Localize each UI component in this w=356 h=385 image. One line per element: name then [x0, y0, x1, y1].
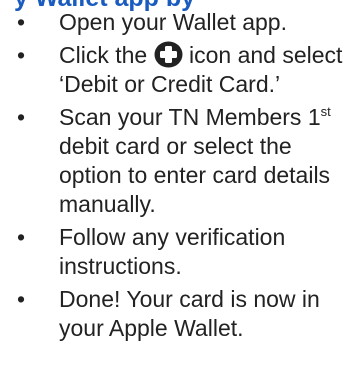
- bullet: •: [16, 42, 26, 68]
- step-text-after: debit card or select the option to enter…: [59, 133, 331, 217]
- step-text-before: Scan your TN Members 1: [59, 104, 321, 130]
- list-item: • Follow any verification instructions.: [0, 223, 356, 281]
- list-item: • Click the icon and select ‘Debit or Cr…: [0, 41, 356, 99]
- step-text: Done! Your card is now in your Apple Wal…: [59, 286, 320, 341]
- list-item: • Open your Wallet app.: [0, 8, 356, 37]
- step-text: Follow any verification instructions.: [59, 224, 286, 279]
- bullet: •: [16, 286, 26, 312]
- step-text-before: Click the: [59, 42, 154, 68]
- instruction-list: • Open your Wallet app. • Click the icon…: [0, 8, 356, 347]
- bullet: •: [16, 104, 26, 130]
- plus-circle-icon: [154, 41, 183, 68]
- list-item: • Scan your TN Members 1st debit card or…: [0, 103, 356, 219]
- bullet: •: [16, 9, 26, 35]
- bullet: •: [16, 224, 26, 250]
- step-text: Open your Wallet app.: [59, 9, 287, 35]
- list-item: • Done! Your card is now in your Apple W…: [0, 285, 356, 343]
- ordinal-suffix: st: [320, 104, 331, 119]
